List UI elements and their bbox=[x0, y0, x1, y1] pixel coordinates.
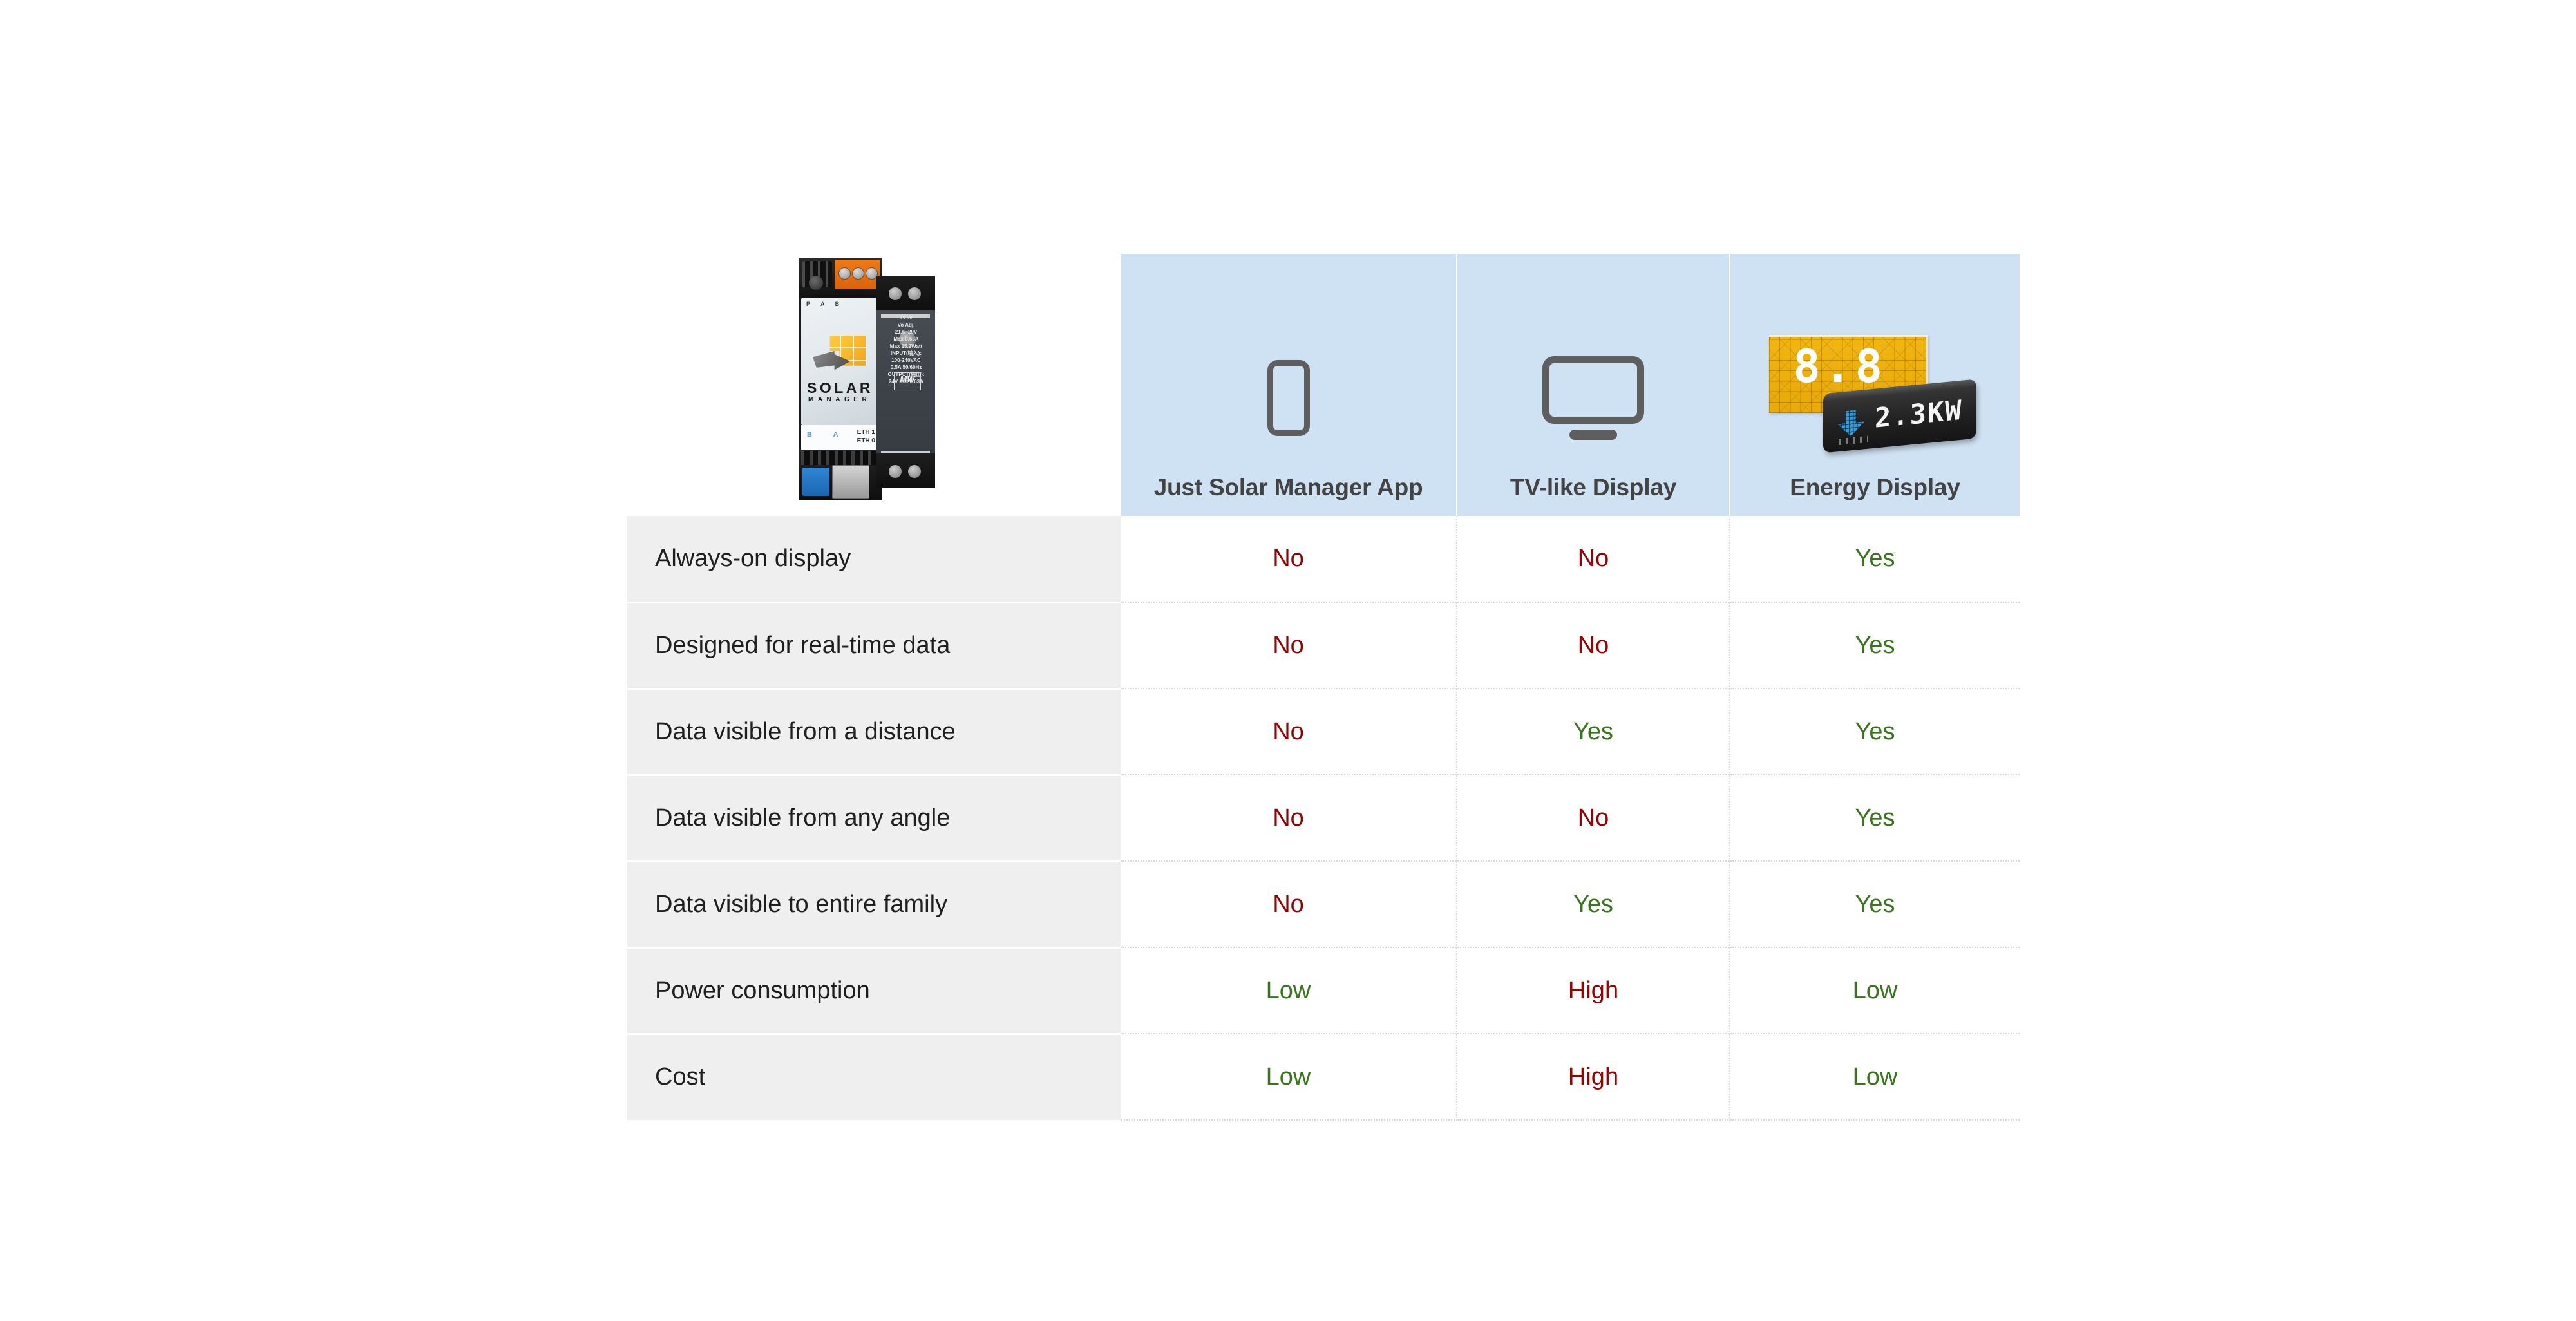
table-row: Designed for real-time data No No Yes bbox=[627, 601, 2020, 689]
comparison-page: P A B SOLAR MANAGER B A ETH 1 ETH 0 +V -… bbox=[0, 0, 2576, 1321]
smartphone-icon bbox=[1267, 359, 1310, 436]
column-header-label: Just Solar Manager App bbox=[1153, 473, 1423, 500]
cell-tv: No bbox=[1457, 774, 1730, 861]
smartphone-icon-wrap bbox=[1127, 323, 1450, 473]
table-row: Always-on display No No Yes bbox=[627, 516, 2020, 602]
cell-energy: Yes bbox=[1730, 774, 2020, 861]
ethernet-port-labels: ETH 1 ETH 0 bbox=[857, 428, 875, 445]
eth0-label: ETH 0 bbox=[857, 437, 875, 444]
device-bottom-housing bbox=[799, 450, 882, 500]
cell-tv: High bbox=[1457, 947, 1730, 1034]
port-labels-left: B A bbox=[807, 431, 848, 439]
device-reset-button bbox=[809, 276, 823, 290]
television-icon bbox=[1542, 356, 1644, 440]
terminal-screw-icon bbox=[852, 267, 864, 280]
psu-bottom-cap bbox=[876, 453, 935, 488]
device-indicator-dots bbox=[1838, 435, 1868, 446]
cell-tv: High bbox=[1457, 1033, 1730, 1121]
display-comparison-table: P A B SOLAR MANAGER B A ETH 1 ETH 0 +V -… bbox=[627, 254, 2020, 1121]
down-arrow-pixel-icon bbox=[1837, 409, 1864, 437]
table-row: Cost Low High Low bbox=[627, 1032, 2020, 1121]
psu-screw-icon bbox=[908, 465, 921, 478]
cell-tv: Yes bbox=[1457, 688, 1730, 775]
device-front-face: P A B SOLAR MANAGER bbox=[801, 298, 880, 425]
row-label: Cost bbox=[627, 1032, 1121, 1120]
orange-terminal-block bbox=[835, 260, 880, 289]
power-supply-unit: +V -V Vo Adj. 21.6~29V Max 0.63A Max 15.… bbox=[876, 276, 935, 488]
psu-brand-mark: MW bbox=[894, 372, 921, 390]
device-terminal-labels: P A B bbox=[806, 301, 844, 307]
psu-screw-icon bbox=[889, 465, 902, 478]
column-header-energy-display[interactable]: 8.8 2.3KW Energy Display bbox=[1730, 254, 2020, 516]
cell-energy: Low bbox=[1730, 947, 2020, 1034]
television-stand-shape bbox=[1569, 429, 1617, 440]
column-header-label: TV-like Display bbox=[1510, 473, 1677, 500]
cell-app: Low bbox=[1121, 947, 1457, 1034]
row-label: Data visible from a distance bbox=[627, 687, 1121, 775]
cell-energy: Yes bbox=[1730, 602, 2020, 689]
blue-terminal-block bbox=[802, 468, 829, 496]
row-label: Data visible from any angle bbox=[627, 774, 1121, 861]
table-row: Data visible to entire family No Yes Yes bbox=[627, 860, 2020, 947]
energy-display-icon: 8.8 2.3KW bbox=[1768, 334, 1982, 462]
row-label: Designed for real-time data bbox=[627, 601, 1121, 689]
row-label: Power consumption bbox=[627, 946, 1121, 1034]
cell-app: No bbox=[1121, 516, 1457, 602]
table-row: Data visible from a distance No Yes Yes bbox=[627, 687, 2020, 775]
table-row: Power consumption Low High Low bbox=[627, 946, 2020, 1034]
product-photo-cell: P A B SOLAR MANAGER B A ETH 1 ETH 0 +V -… bbox=[627, 254, 1121, 516]
psu-top-cap bbox=[876, 276, 935, 310]
television-screen-shape bbox=[1542, 356, 1644, 424]
logo-wordmark: SOLAR bbox=[807, 379, 873, 396]
device-port-label-strip: B A ETH 1 ETH 0 bbox=[801, 425, 880, 450]
table-body: Always-on display No No Yes Designed for… bbox=[627, 516, 2020, 1121]
psu-screw-icon bbox=[908, 287, 921, 300]
cell-app: No bbox=[1121, 860, 1457, 947]
cell-tv: Yes bbox=[1457, 860, 1730, 947]
logo-submark: MANAGER bbox=[808, 396, 871, 403]
cell-app: No bbox=[1121, 774, 1457, 861]
cell-app: No bbox=[1121, 602, 1457, 689]
table-header: P A B SOLAR MANAGER B A ETH 1 ETH 0 +V -… bbox=[627, 254, 2020, 516]
cell-energy: Yes bbox=[1730, 516, 2020, 602]
column-header-tv-like-display[interactable]: TV-like Display bbox=[1457, 254, 1730, 516]
solar-manager-unit: P A B SOLAR MANAGER B A ETH 1 ETH 0 bbox=[799, 258, 882, 500]
row-label: Data visible to entire family bbox=[627, 860, 1121, 947]
table-header-row: P A B SOLAR MANAGER B A ETH 1 ETH 0 +V -… bbox=[627, 254, 2020, 516]
cell-app: Low bbox=[1121, 1033, 1457, 1121]
device-top-housing bbox=[799, 258, 882, 298]
column-header-just-solar-manager-app[interactable]: Just Solar Manager App bbox=[1121, 254, 1457, 516]
television-icon-wrap bbox=[1464, 323, 1723, 473]
energy-display-icon-wrap: 8.8 2.3KW bbox=[1737, 323, 2013, 473]
cell-energy: Yes bbox=[1730, 860, 2020, 947]
rj45-ethernet-port-icon bbox=[832, 465, 869, 499]
cell-energy: Yes bbox=[1730, 688, 2020, 775]
terminal-screw-icon bbox=[838, 267, 851, 280]
cell-energy: Low bbox=[1730, 1033, 2020, 1121]
psu-screw-icon bbox=[889, 287, 902, 300]
eth1-label: ETH 1 bbox=[857, 429, 875, 436]
solar-panel-digits: 8.8 bbox=[1793, 339, 1886, 393]
cell-tv: No bbox=[1457, 516, 1730, 602]
row-label: Always-on display bbox=[627, 516, 1121, 602]
cell-app: No bbox=[1121, 688, 1457, 775]
device-bottom-pin-header bbox=[801, 451, 878, 465]
energy-readout-text: 2.3KW bbox=[1874, 394, 1962, 434]
table-row: Data visible from any angle No No Yes bbox=[627, 774, 2020, 861]
solar-manager-device-photo: P A B SOLAR MANAGER B A ETH 1 ETH 0 +V -… bbox=[799, 258, 935, 500]
cell-tv: No bbox=[1457, 602, 1730, 689]
solar-manager-logo-icon bbox=[813, 336, 867, 374]
column-header-label: Energy Display bbox=[1790, 473, 1960, 500]
